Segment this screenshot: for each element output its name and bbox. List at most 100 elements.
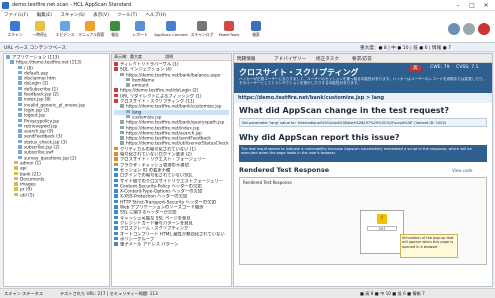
file-icon [18, 102, 22, 107]
status-left: スキャン ステータス [4, 291, 44, 296]
file-icon [18, 139, 22, 144]
file-icon [10, 60, 14, 64]
application-tree[interactable]: アプリケーション (113) https://demo.testfire.net … [3, 53, 110, 287]
tree-item[interactable]: util (5) [6, 192, 107, 198]
powertools-icon [224, 21, 234, 31]
severity-icon [114, 236, 118, 241]
menu-bar: ファイル(F) 編集(E) スキャン(S) 表示(V) ツール(T) ヘルプ(H… [0, 11, 495, 19]
tab-fix-task[interactable]: 修正タスク [316, 56, 339, 62]
scan-button[interactable]: スキャン [3, 21, 27, 41]
folder-icon [14, 171, 18, 176]
issue-item[interactable]: https://demo.testfire.net/bank/customize… [114, 104, 229, 110]
reports-icon [135, 21, 145, 31]
why-answer: The test result seems to indicate a vuln… [239, 145, 487, 162]
url-icon [126, 77, 130, 82]
severity-icon [114, 67, 118, 71]
alert-popup: ! 297 [360, 210, 404, 254]
evidence-icon [60, 21, 70, 31]
issues-panel: 表示順：重大度 説明 ディレクトリトラバーサル (1) SQL インジェクション … [111, 53, 232, 287]
severity-icon [114, 220, 118, 225]
app-icon [2, 2, 9, 9]
severity-icon [114, 162, 118, 167]
report-icon [110, 21, 120, 31]
file-icon [18, 118, 22, 123]
tab-request-response[interactable]: 要求/応答 [352, 56, 372, 62]
menu-help[interactable]: ヘルプ(H) [146, 12, 166, 18]
menu-view[interactable]: 表示(V) [93, 12, 109, 18]
menu-tools[interactable]: ツール(T) [117, 12, 137, 18]
connect-icon [166, 21, 176, 31]
window-title: demo.testfire.net.scan - HCL AppScan Sta… [12, 2, 132, 8]
severity-icon [114, 194, 118, 198]
url-icon [120, 130, 124, 135]
tab-issue-info[interactable]: 問題情報 [237, 56, 255, 62]
close-button[interactable]: ✕ [480, 1, 492, 10]
severity-icon [114, 210, 118, 214]
tab-advisory[interactable]: アドバイザリー [274, 56, 306, 62]
status-icon[interactable] [478, 23, 490, 35]
q-why-heading: Why did AppScan report this issue? [239, 133, 400, 142]
severity-icon [114, 215, 118, 220]
file-icon [18, 92, 22, 96]
file-icon [18, 150, 22, 154]
help-icon[interactable] [463, 23, 475, 35]
view-code-link[interactable]: View code [452, 168, 472, 173]
appscan-connect-button[interactable]: AppScan Connect [153, 21, 189, 41]
file-icon [18, 113, 22, 117]
folder-icon [14, 192, 18, 197]
file-icon [18, 97, 22, 101]
file-icon [18, 86, 22, 91]
severity-summary: 重大度：● 8 | 中 ● 10 | 低 ● 6 | 情報 ● 7 [360, 46, 452, 51]
url-icon [120, 72, 124, 77]
warning-icon: ! [377, 214, 387, 224]
issue-item[interactable]: https://demo.testfire.net/bank/queryxpat… [114, 120, 229, 126]
folder-icon [14, 166, 18, 170]
severity-icon [114, 178, 118, 183]
file-icon [18, 134, 22, 138]
pause-icon [35, 21, 45, 31]
issue-description: ハッカーが正規ユーザーになりすまして、ユーザーのセッションを乗っ取る可能性があり… [239, 77, 486, 86]
view-tabs[interactable]: URL ベース コンテンツベース [4, 45, 66, 51]
url-icon [120, 104, 124, 108]
report-button[interactable]: 報告 [103, 21, 127, 41]
issue-url[interactable]: https://demo.testfire.net/bank/customize… [234, 93, 492, 103]
url-icon [120, 136, 124, 140]
user-avatar-icon[interactable] [448, 23, 460, 35]
folder-icon [14, 160, 18, 165]
file-icon [6, 55, 10, 59]
minimize-button[interactable]: – [452, 1, 464, 10]
search-button[interactable]: 検索 [244, 21, 268, 41]
severity-icon [114, 205, 118, 209]
severity-icon [114, 199, 118, 204]
severity-icon [114, 183, 118, 188]
severity-icon [114, 62, 118, 66]
file-icon [18, 65, 22, 70]
rendered-response-frame: Rendered Test Response ! 297 Simulation … [239, 177, 487, 265]
url-icon [120, 120, 124, 124]
issue-item[interactable]: https://demo.testfire.net/util/serverSta… [114, 141, 229, 147]
severity-icon [114, 242, 118, 246]
rendered-response-label: Rendered Test Response [243, 180, 292, 185]
severity-icon [114, 231, 118, 235]
maximize-button[interactable]: □ [466, 1, 478, 10]
severity-badge: 高 [410, 65, 421, 71]
file-icon [18, 81, 22, 85]
change-answer: Set parameter 'lang' value to: 'internat… [239, 118, 487, 127]
pause-button[interactable]: 一時停止 [28, 21, 52, 41]
severity-icon [114, 173, 118, 177]
scan-log-button[interactable]: スキャンログ [190, 21, 214, 41]
menu-edit[interactable]: 編集(E) [37, 12, 52, 18]
cvss-label: CVSS: 7.1 [456, 65, 479, 70]
menu-scan[interactable]: スキャン(S) [60, 12, 84, 18]
url-icon [120, 141, 124, 145]
log-icon [197, 21, 207, 31]
file-icon [18, 123, 22, 128]
issue-item[interactable]: 電子メール アドレス パターン [114, 242, 229, 247]
manual-explore-button[interactable]: マニュアル探索 [78, 21, 104, 41]
evidence-button[interactable]: エビデンス [53, 21, 77, 41]
reports-button[interactable]: レポート [128, 21, 152, 41]
powertools-button[interactable]: PowerTools [215, 21, 243, 41]
url-icon [120, 125, 124, 130]
cwe-label: CWE: 79 [430, 65, 450, 70]
menu-file[interactable]: ファイル(F) [4, 12, 28, 18]
